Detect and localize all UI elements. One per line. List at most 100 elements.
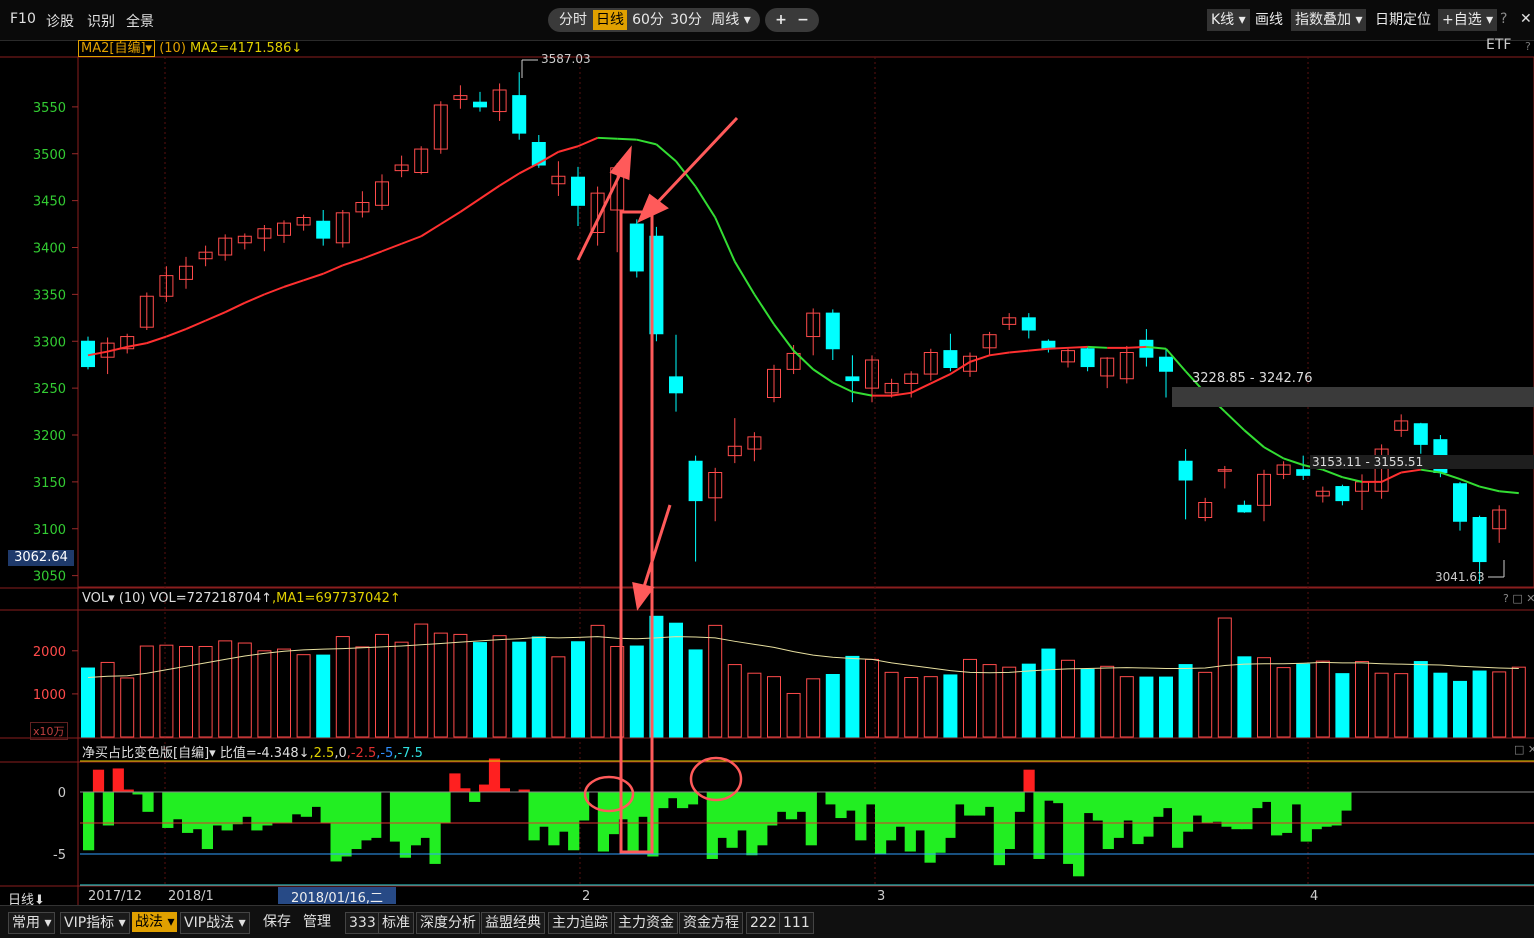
ma-segment: [244, 293, 265, 304]
indicator-bar: [825, 792, 837, 805]
vol-panel-controls[interactable]: ? □ ✕: [1503, 592, 1534, 605]
tab-fund-equation[interactable]: 资金方程: [679, 912, 743, 934]
indicator-bar: [884, 792, 897, 841]
volume-bars: [81, 615, 1526, 738]
volume-bar: [1355, 661, 1369, 738]
y-tick-label: 3300: [33, 335, 66, 350]
volume-bar: [1119, 676, 1134, 738]
manage-button[interactable]: 管理: [300, 912, 334, 932]
indicator-bar: [1191, 792, 1203, 816]
vip-strategy-menu[interactable]: VIP战法 ▾: [180, 912, 250, 934]
cursor-date-label: 2018/01/16,二: [278, 887, 396, 906]
ind-panel-controls[interactable]: □ ✕: [1514, 743, 1534, 756]
vol-period: (10): [118, 591, 146, 606]
ind-level-label: ,-5: [376, 746, 394, 761]
indicator-bar: [1280, 792, 1293, 833]
volume-bar: [1257, 657, 1271, 738]
tab-main-funds[interactable]: 主力资金: [614, 912, 678, 934]
indicator-bar: [83, 792, 95, 851]
volume-bar: [806, 678, 821, 738]
x-tick-label: 3: [877, 889, 886, 904]
save-button[interactable]: 保存: [260, 912, 294, 932]
ma-segment: [812, 368, 834, 384]
current-price-tag: 3062.64: [8, 550, 74, 566]
indicator-bar: [835, 792, 847, 819]
tab-standard[interactable]: 标准: [378, 912, 414, 934]
ma-segment: [792, 349, 814, 371]
indicator-bar: [776, 792, 788, 812]
indicator-bar: [1003, 792, 1015, 850]
indicator-bar: [498, 788, 510, 792]
volume-bar: [923, 676, 938, 738]
indicator-bar: [637, 792, 649, 817]
ma-segment: [264, 285, 285, 296]
volume-bar: [1178, 664, 1193, 738]
volume-bar: [1296, 663, 1311, 738]
common-menu[interactable]: 常用 ▾: [8, 912, 56, 934]
highlight-box-annotation: [619, 210, 654, 854]
volume-bar: [257, 650, 272, 738]
volume-bar: [473, 642, 487, 738]
indicator-bar: [548, 792, 560, 846]
indicator-bar: [1211, 792, 1223, 822]
volume-bar: [865, 658, 879, 738]
indicator-levels: 0 -5: [53, 760, 1534, 886]
tab-111[interactable]: 111: [779, 912, 814, 934]
indicator-bar: [627, 792, 639, 852]
volume-bar: [120, 677, 135, 738]
tab-yimeng-classic[interactable]: 益盟经典: [481, 912, 545, 934]
volume-bar: [1159, 676, 1173, 738]
indicator-bar: [201, 792, 213, 850]
volume-bar: [669, 622, 683, 738]
indicator-bar: [360, 792, 372, 841]
indicator-bar: [102, 792, 114, 826]
volume-y-axis: 1000 2000: [33, 645, 78, 703]
indicator-bar: [419, 792, 431, 838]
indicator-bar: [281, 792, 293, 823]
indicator-bar: [855, 792, 867, 841]
tab-333[interactable]: 333: [345, 912, 380, 934]
range-label-1: 3228.85 - 3242.76: [1192, 371, 1313, 386]
volume-bar: [492, 635, 507, 738]
candle-body: [1178, 460, 1193, 481]
volume-bar: [1217, 617, 1232, 738]
indicator-header: 净买占比变色版[自编]▾ 比值=-4.348↓,2.5,0,-2.5,-5,-7…: [82, 742, 423, 761]
tab-222[interactable]: 222: [746, 912, 781, 934]
main-indicator-header: MA2[自编]▾ (10) MA2=4171.586↓: [78, 37, 302, 57]
candle-body: [1080, 348, 1095, 368]
ind-indicator-selector[interactable]: 净买占比变色版[自编]▾: [82, 746, 216, 761]
ma-segment: [694, 186, 717, 219]
ind-level-label: ,-7.5: [393, 746, 423, 761]
vol-indicator-selector[interactable]: VOL▾: [82, 591, 115, 606]
indicator-bar: [795, 792, 807, 812]
volume-bar: [825, 674, 840, 738]
volume-bar: [571, 641, 585, 738]
candle-body: [571, 176, 585, 206]
volume-bar: [688, 649, 703, 738]
ma-segment: [1479, 485, 1500, 493]
volume-bar: [551, 656, 566, 738]
y-tick-label: 3400: [33, 242, 66, 257]
strategy-menu[interactable]: 战法 ▾: [132, 912, 178, 932]
indicator-bar: [1013, 792, 1025, 812]
indicator-bar: [924, 792, 936, 863]
tab-main-tracking[interactable]: 主力追踪: [548, 912, 612, 934]
volume-bar: [629, 645, 644, 738]
indicator-bar: [1023, 769, 1035, 792]
volume-bar: [512, 641, 527, 738]
y-tick-label: 3350: [33, 288, 66, 303]
volume-unit-label: x10万: [30, 722, 68, 740]
ma-segment: [636, 138, 657, 146]
tab-deep-analysis[interactable]: 深度分析: [416, 912, 480, 934]
indicator-bar: [706, 792, 718, 859]
chart-canvas[interactable]: 3050 3100 3150 3200 3250 3300 3350 3400 3450 3500…: [0, 0, 1534, 905]
indicator-bar: [370, 792, 382, 838]
ind-level-label: ,2.5: [309, 746, 335, 761]
ma-indicator-selector[interactable]: MA2[自编]▾: [78, 40, 156, 57]
volume-bar: [453, 633, 468, 738]
vip-indicator-menu[interactable]: VIP指标 ▾: [60, 912, 130, 934]
indicator-bar: [1201, 792, 1213, 823]
help-icon[interactable]: ?: [1525, 40, 1531, 53]
volume-bar: [1002, 666, 1017, 738]
indicator-bar: [954, 792, 966, 805]
